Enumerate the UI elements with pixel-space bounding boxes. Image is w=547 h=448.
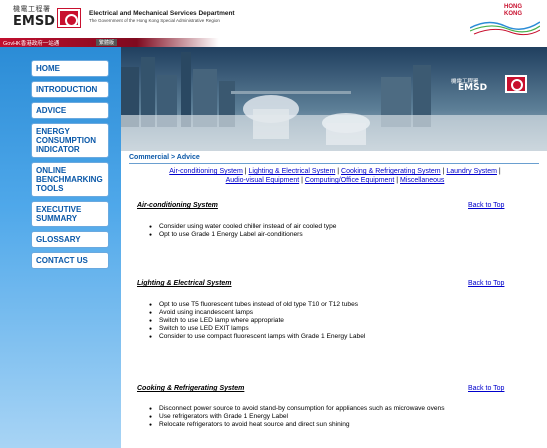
- back-to-top-link[interactable]: Back to Top: [468, 385, 504, 392]
- site-header: 機電工程署 EMSD Electrical and Mechanical Ser…: [0, 0, 547, 38]
- office-skyline-image: [121, 47, 547, 151]
- emsd-logo-chinese: 機電工程署: [13, 6, 51, 13]
- list-item: Use refrigerators with Grade 1 Energy La…: [149, 413, 539, 421]
- hero-banner: 機電工程署 EMSD: [121, 47, 547, 151]
- separator: |: [396, 177, 399, 184]
- sidebar-item-energy-consumption-indicator[interactable]: ENERGY CONSUMPTION INDICATOR: [31, 123, 109, 158]
- list-item: Consider using water cooled chiller inst…: [149, 223, 539, 231]
- brand-hk-line1: HONG: [504, 4, 522, 10]
- sidebar-item-home[interactable]: HOME: [31, 60, 109, 77]
- topic-link-lighting-electrical[interactable]: Lighting & Electrical System: [249, 168, 336, 175]
- govhk-link[interactable]: GovHK香港政府一站通: [3, 39, 59, 47]
- sidebar-item-executive-summary[interactable]: EXECUTIVE SUMMARY: [31, 201, 109, 227]
- sidebar-item-glossary[interactable]: GLOSSARY: [31, 231, 109, 248]
- separator: |: [244, 168, 247, 175]
- emsd-logo-text[interactable]: EMSD: [13, 14, 55, 29]
- separator: |: [442, 168, 445, 175]
- list-item: Opt to use T5 fluorescent tubes instead …: [149, 301, 539, 309]
- department-subtitle: The Government of the Hong Kong Special …: [89, 18, 220, 23]
- section-title-lighting-electrical: Lighting & Electrical System: [137, 280, 232, 287]
- bullet-list: Disconnect power source to avoid stand-b…: [149, 405, 539, 429]
- sidebar-item-introduction[interactable]: INTRODUCTION: [31, 81, 109, 98]
- list-item: Opt to use Grade 1 Energy Label air-cond…: [149, 231, 539, 239]
- section-title-cooking-refrigerating: Cooking & Refrigerating System: [137, 385, 245, 392]
- back-to-top-link[interactable]: Back to Top: [468, 280, 504, 287]
- topic-link-audio-visual[interactable]: Audio-visual Equipment: [226, 177, 300, 184]
- sidebar-item-advice[interactable]: ADVICE: [31, 102, 109, 119]
- banner-logo-icon: [505, 75, 527, 93]
- topic-link-cooking-refrigerating[interactable]: Cooking & Refrigerating System: [341, 168, 441, 175]
- topic-link-miscellaneous[interactable]: Miscellaneous: [400, 177, 444, 184]
- list-item: Relocate refrigerators to avoid heat sou…: [149, 421, 539, 429]
- emsd-logo-icon: [57, 8, 81, 28]
- language-toggle-button[interactable]: 繁體版: [96, 39, 118, 46]
- department-name: Electrical and Mechanical Services Depar…: [89, 10, 235, 17]
- main-content: Commercial > Advice Air-conditioning Sys…: [121, 151, 547, 448]
- list-item: Disconnect power source to avoid stand-b…: [149, 405, 539, 413]
- bullet-list: Opt to use T5 fluorescent tubes instead …: [149, 301, 539, 341]
- list-item: Switch to use LED lamp where appropriate: [149, 317, 539, 325]
- topic-link-laundry[interactable]: Laundry System: [446, 168, 497, 175]
- bullet-list: Consider using water cooled chiller inst…: [149, 223, 539, 239]
- back-to-top-link[interactable]: Back to Top: [468, 202, 504, 209]
- topic-link-computing-office[interactable]: Computing/Office Equipment: [305, 177, 394, 184]
- brand-swirl-icon: [470, 21, 540, 36]
- govhk-bar: GovHK香港政府一站通 繁體版: [0, 38, 547, 47]
- section-title-air-conditioning: Air-conditioning System: [137, 202, 218, 209]
- separator: |: [337, 168, 340, 175]
- list-item: Switch to use LED EXIT lamps: [149, 325, 539, 333]
- breadcrumb: Commercial > Advice: [129, 154, 200, 161]
- list-item: Avoid using incandescent lamps: [149, 309, 539, 317]
- sidebar-item-online-benchmarking-tools[interactable]: ONLINE BENCHMARKING TOOLS: [31, 162, 109, 197]
- list-item: Consider to use compact fluorescent lamp…: [149, 333, 539, 341]
- banner-logo-text: EMSD: [458, 83, 488, 93]
- sidebar-item-contact-us[interactable]: CONTACT US: [31, 252, 109, 269]
- topic-links: Air-conditioning System | Lighting & Ele…: [165, 167, 505, 185]
- breadcrumb-divider: [129, 163, 539, 164]
- topic-link-air-conditioning[interactable]: Air-conditioning System: [169, 168, 243, 175]
- separator: |: [498, 168, 501, 175]
- sidebar-nav: HOME INTRODUCTION ADVICE ENERGY CONSUMPT…: [0, 47, 121, 448]
- separator: |: [301, 177, 303, 184]
